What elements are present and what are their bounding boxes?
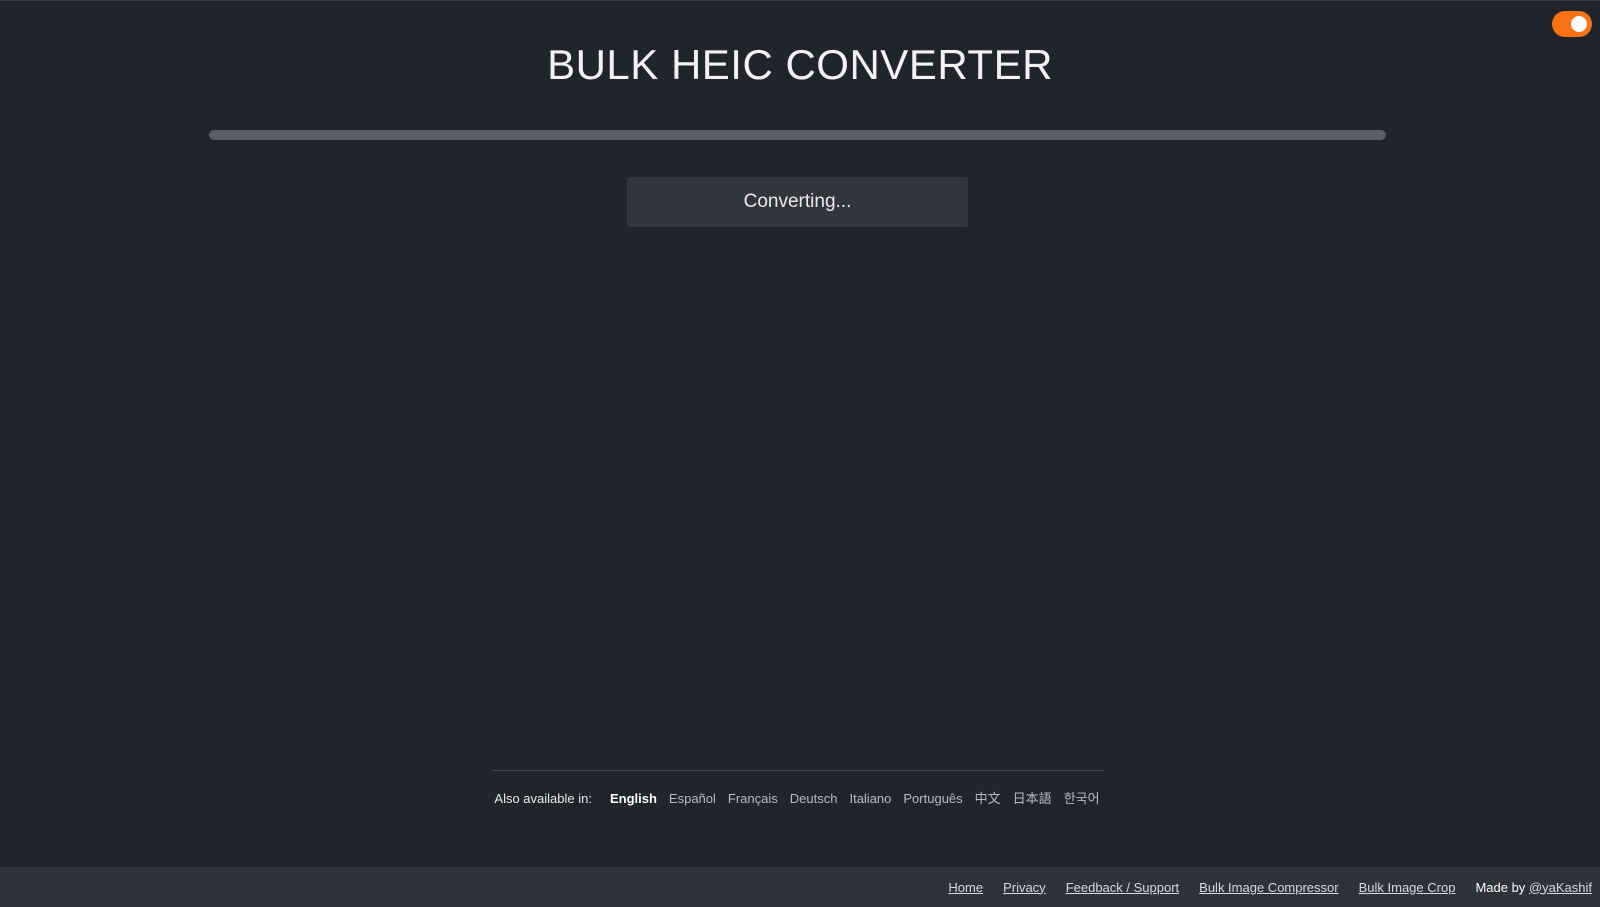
footer-link-bulk-image-compressor[interactable]: Bulk Image Compressor xyxy=(1199,880,1338,895)
footer: Home Privacy Feedback / Support Bulk Ima… xyxy=(0,867,1600,907)
footer-divider xyxy=(492,770,1104,771)
language-link-korean[interactable]: 한국어 xyxy=(1064,788,1100,807)
progress-bar xyxy=(209,130,1386,140)
author-link[interactable]: @yaKashif xyxy=(1529,880,1592,895)
made-by: Made by @yaKashif xyxy=(1475,880,1592,895)
language-link-chinese[interactable]: 中文 xyxy=(975,788,1001,807)
page: BULK HEIC CONVERTER Converting... Also a… xyxy=(0,0,1600,907)
language-link-japanese[interactable]: 日本語 xyxy=(1013,788,1052,807)
toggle-knob xyxy=(1571,16,1587,32)
language-link-german[interactable]: Deutsch xyxy=(790,791,838,806)
language-link-italian[interactable]: Italiano xyxy=(849,791,891,806)
footer-link-home[interactable]: Home xyxy=(948,880,983,895)
status-text: Converting... xyxy=(743,191,852,212)
language-link-english[interactable]: English xyxy=(610,791,657,806)
footer-link-feedback[interactable]: Feedback / Support xyxy=(1066,880,1179,895)
language-selector: Also available in: English Español Franç… xyxy=(0,788,1600,807)
made-by-prefix: Made by xyxy=(1475,879,1526,895)
footer-link-bulk-image-crop[interactable]: Bulk Image Crop xyxy=(1359,880,1456,895)
footer-link-privacy[interactable]: Privacy xyxy=(1003,880,1046,895)
language-label: Also available in: xyxy=(494,791,592,806)
theme-toggle[interactable] xyxy=(1552,11,1592,37)
progress-fill xyxy=(209,130,1386,140)
language-link-french[interactable]: Français xyxy=(728,791,778,806)
page-title: BULK HEIC CONVERTER xyxy=(547,41,1053,88)
language-link-portuguese[interactable]: Português xyxy=(903,791,962,806)
status-box: Converting... xyxy=(627,177,968,227)
language-link-spanish[interactable]: Español xyxy=(669,791,716,806)
